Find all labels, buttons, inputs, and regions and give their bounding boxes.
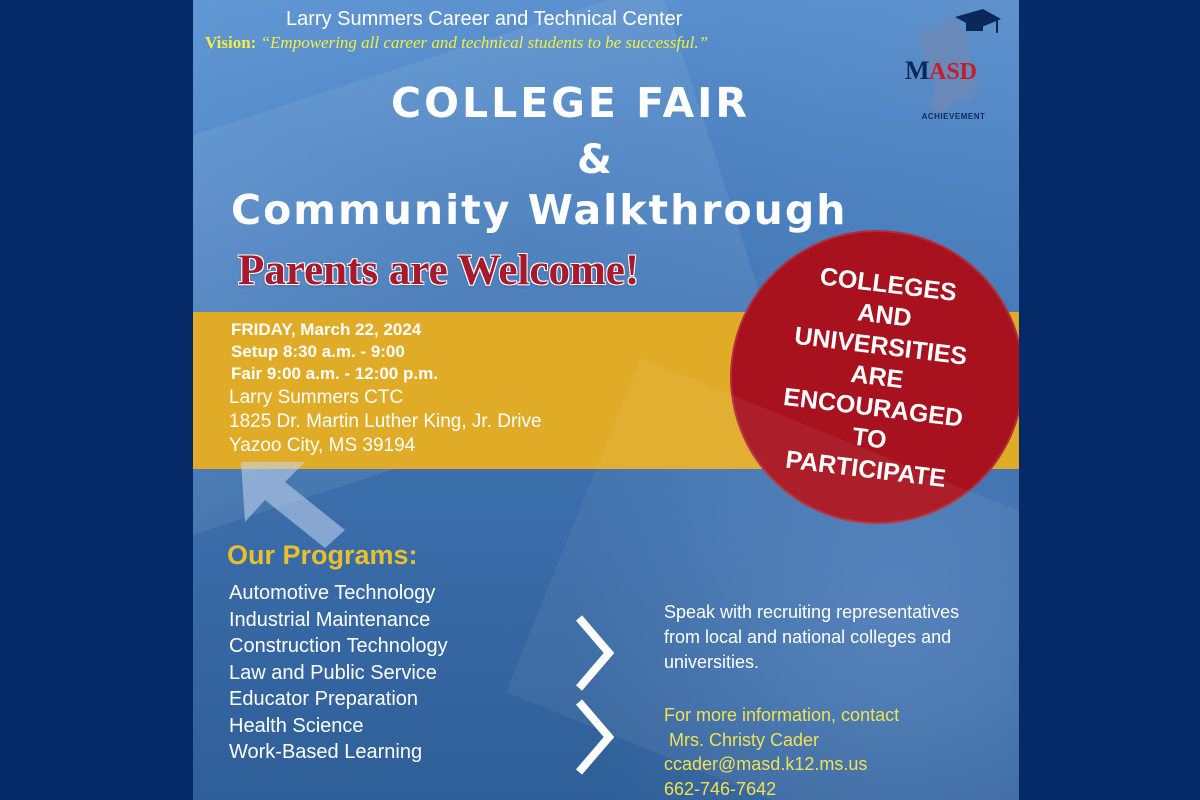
title-college-fair: COLLEGE FAIR	[391, 79, 750, 127]
title-ampersand: &	[577, 137, 612, 183]
colleges-callout: COLLEGES AND UNIVERSITIES ARE ENCOURAGED…	[713, 213, 1019, 541]
poster: Larry Summers Career and Technical Cente…	[193, 0, 1019, 800]
event-date-time: FRIDAY, March 22, 2024 Setup 8:30 a.m. -…	[231, 319, 438, 385]
program-item: Law and Public Service	[229, 661, 437, 684]
program-item: Work-Based Learning	[229, 741, 423, 763]
program-item: Construction Technology	[229, 635, 448, 657]
program-item: Automotive Technology	[229, 582, 436, 604]
svg-text:ASD: ASD	[929, 59, 977, 85]
logo-label: ACHIEVEMENT	[921, 112, 986, 121]
chevron-right-icon	[575, 699, 615, 775]
header-title: Larry Summers Career and Technical Cente…	[286, 8, 683, 30]
program-item: Educator Preparation	[229, 688, 419, 710]
vision-statement: Vision: “Empowering all career and techn…	[205, 33, 708, 53]
vision-label: Vision:	[205, 33, 257, 52]
contact-intro: For more information, contact	[664, 705, 900, 725]
program-item: Industrial Maintenance	[229, 608, 431, 631]
contact-email[interactable]: ccader@masd.k12.ms.us	[664, 752, 1004, 777]
event-fair-time: Fair 9:00 a.m. - 12:00 p.m.	[231, 364, 438, 383]
event-street: 1825 Dr. Martin Luther King, Jr. Drive	[229, 411, 542, 432]
event-date: FRIDAY, March 22, 2024	[231, 320, 422, 339]
chevron-right-icon	[575, 615, 615, 691]
contact-name: Mrs. Christy Cader	[669, 729, 820, 750]
programs-title: Our Programs:	[227, 540, 418, 570]
callout-text: COLLEGES AND UNIVERSITIES ARE ENCOURAGED…	[752, 256, 1002, 499]
event-venue: Larry Summers CTC	[229, 387, 404, 408]
page: Larry Summers Career and Technical Cente…	[0, 0, 1200, 800]
parents-welcome: Parents are Welcome!	[238, 247, 640, 294]
contact-phone[interactable]: 662-746-7642	[664, 777, 1004, 800]
title-community-walkthrough: Community Walkthrough	[231, 186, 848, 234]
programs-list: Automotive Technology Industrial Mainten…	[229, 580, 448, 766]
program-item: Health Science	[229, 714, 364, 737]
event-setup: Setup 8:30 a.m. - 9:00	[231, 342, 405, 361]
contact-info: For more information, contact Mrs. Chris…	[664, 703, 1004, 800]
speak-with-recruiters: Speak with recruiting representatives fr…	[664, 602, 960, 672]
vision-text: “Empowering all career and technical stu…	[260, 33, 709, 52]
svg-text:M: M	[905, 56, 930, 85]
event-address: Larry Summers CTC 1825 Dr. Martin Luther…	[229, 386, 542, 458]
arrow-left-icon	[241, 462, 345, 548]
